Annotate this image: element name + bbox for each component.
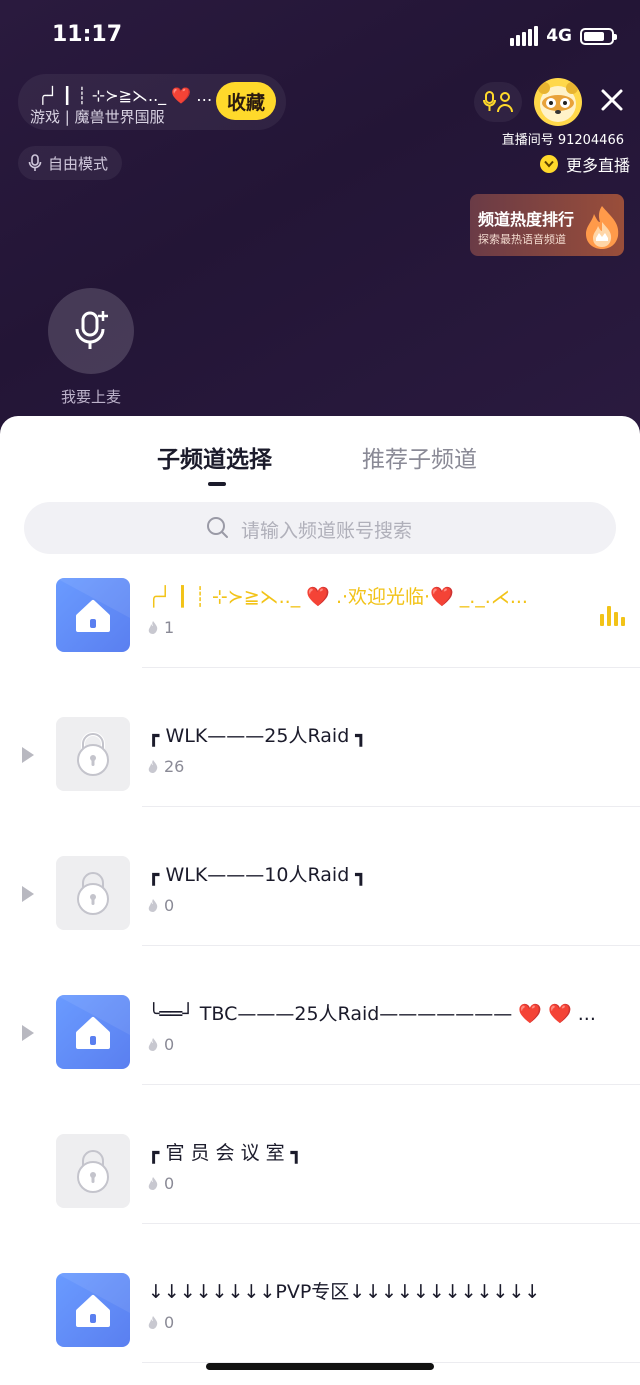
channel-title: ┏ 官 员 会 议 室 ┓ — [148, 1142, 303, 1164]
channel-title: ╭┘ ┃ ┊ ⊹≻≧⋋.._ ❤️ .·欢迎光临·❤️ _._.⋌... — [148, 586, 528, 608]
channel-title: ╰══┘ TBC———25人Raid——————— ❤️ ❤️ ... — [148, 1003, 596, 1025]
channel-title: ┏ WLK———10人Raid ┓ — [148, 864, 367, 886]
lock-icon — [56, 717, 130, 791]
search-icon — [207, 517, 228, 538]
signal-icon — [510, 26, 539, 46]
room-name: ╭┘ ┃ ┊ ⊹≻≧⋋.._ ❤️ .·欢迎光临·❤️ _._.⋌... — [38, 86, 216, 105]
house-icon — [56, 578, 130, 652]
network-type: 4G — [546, 26, 572, 46]
heat-count-value: 1 — [164, 618, 175, 637]
raccoon-avatar-icon — [538, 82, 578, 122]
channel-select-sheet: 子频道选择 推荐子频道 请输入频道账号搜索 ╭┘ ┃ ┊ ⊹≻≧⋋.._ ❤️ … — [0, 416, 640, 1385]
host-avatar[interactable] — [534, 78, 582, 126]
close-icon[interactable] — [598, 86, 626, 114]
channel-row[interactable]: ┏ WLK———10人Raid ┓ 0 — [0, 856, 640, 995]
heat-count-value: 0 — [164, 1174, 175, 1193]
channel-heat-count: 0 — [148, 1035, 174, 1054]
microphone-icon — [28, 154, 42, 171]
rank-card-subtitle: 探索最热语音频道 — [478, 233, 566, 246]
heat-count-value: 26 — [164, 757, 185, 776]
channel-row[interactable]: ┏ 官 员 会 议 室 ┓ 0 — [0, 1134, 640, 1273]
speaking-indicator-icon — [600, 606, 625, 626]
room-id: 直播间号 91204466 — [501, 133, 624, 148]
mic-users-icon — [483, 91, 513, 113]
flame-icon — [148, 1177, 158, 1190]
expand-arrow-icon[interactable] — [22, 747, 34, 763]
row-divider — [142, 1223, 640, 1224]
heat-count-value: 0 — [164, 1313, 175, 1332]
channel-heat-count: 0 — [148, 1174, 174, 1193]
mic-mode-label: 自由模式 — [48, 154, 109, 173]
flame-icon — [148, 1316, 158, 1329]
channel-title: ┏ WLK———25人Raid ┓ — [148, 725, 367, 747]
search-placeholder: 请输入频道账号搜索 — [241, 520, 413, 542]
row-divider — [142, 1084, 640, 1085]
tab-sub-channel-select[interactable]: 子频道选择 — [157, 440, 272, 474]
expand-arrow-icon[interactable] — [22, 886, 34, 902]
channel-search-input[interactable]: 请输入频道账号搜索 — [24, 502, 616, 554]
lock-icon — [56, 1134, 130, 1208]
flame-icon — [148, 899, 158, 912]
channel-heat-count: 0 — [148, 896, 174, 915]
more-live-label: 更多直播 — [565, 156, 630, 175]
channel-heat-count: 26 — [148, 757, 184, 776]
status-indicators: 4G — [510, 26, 617, 46]
microphone-plus-icon — [75, 311, 108, 349]
take-mic-label: 我要上麦 — [60, 388, 121, 406]
flame-icon — [148, 1038, 158, 1051]
row-divider — [142, 667, 640, 668]
mic-mode-button[interactable]: 自由模式 — [18, 146, 122, 180]
heat-count-value: 0 — [164, 1035, 175, 1054]
row-divider — [142, 806, 640, 807]
room-info-pill[interactable]: ╭┘ ┃ ┊ ⊹≻≧⋋.._ ❤️ .·欢迎光临·❤️ _._.⋌... 游戏 … — [18, 74, 286, 130]
rank-card-title: 频道热度排行 — [478, 210, 575, 229]
channel-row[interactable]: ┏ WLK———25人Raid ┓ 26 — [0, 717, 640, 856]
channel-heat-ranking-card[interactable]: 频道热度排行 探索最热语音频道 — [470, 194, 624, 256]
channel-heat-count: 1 — [148, 618, 174, 637]
channel-row[interactable]: ╰══┘ TBC———25人Raid——————— ❤️ ❤️ ... 0 — [0, 995, 640, 1134]
mic-users-button[interactable] — [474, 82, 522, 122]
tab-recommended-sub-channels[interactable]: 推荐子频道 — [362, 440, 477, 474]
channel-row[interactable]: ╭┘ ┃ ┊ ⊹≻≧⋋.._ ❤️ .·欢迎光临·❤️ _._.⋌... 1 — [0, 578, 640, 717]
chevron-down-icon — [539, 155, 558, 173]
heat-count-value: 0 — [164, 896, 175, 915]
row-divider — [142, 945, 640, 946]
house-icon — [56, 1273, 130, 1347]
flame-icon — [148, 760, 158, 773]
active-tab-indicator — [208, 482, 226, 486]
status-time: 11:17 — [52, 22, 123, 47]
house-icon — [56, 995, 130, 1069]
room-category: 游戏 | 魔兽世界国服 — [30, 108, 165, 126]
channel-heat-count: 0 — [148, 1313, 174, 1332]
take-mic-button[interactable] — [48, 288, 134, 374]
flame-icon — [148, 621, 158, 634]
more-live-button[interactable]: 更多直播 — [539, 150, 630, 178]
expand-arrow-icon[interactable] — [22, 1025, 34, 1041]
channel-title: ↓↓↓↓↓↓↓↓PVP专区↓↓↓↓↓↓↓↓↓↓↓↓ — [148, 1281, 541, 1303]
home-indicator[interactable] — [206, 1363, 434, 1370]
flame-icon — [586, 206, 619, 249]
lock-icon — [56, 856, 130, 930]
favorite-button[interactable]: 收藏 — [216, 82, 276, 120]
battery-icon — [580, 27, 617, 45]
